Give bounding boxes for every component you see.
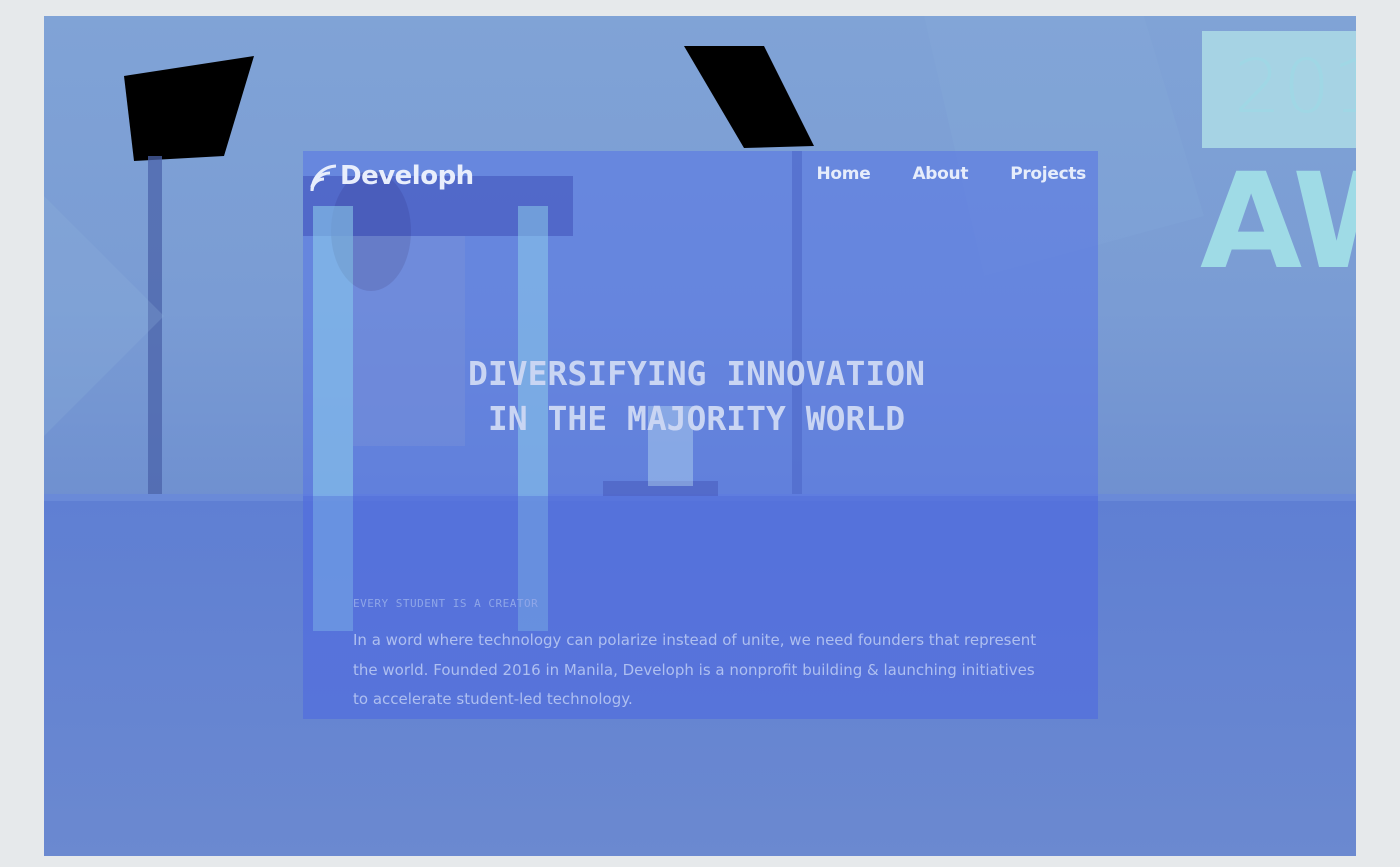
nav-link-projects[interactable]: Projects — [1010, 164, 1086, 184]
stage-graphic-shape — [44, 196, 164, 436]
hero-description: In a word where technology can polarize … — [353, 631, 1037, 708]
nav-link-home[interactable]: Home — [817, 164, 871, 184]
award-word-text: AW — [1200, 156, 1356, 288]
nav-link-about[interactable]: About — [912, 164, 968, 184]
brand-name: Developh — [340, 161, 474, 191]
main-nav: Home About Projects — [817, 164, 1087, 184]
brand-logo[interactable]: Developh — [308, 161, 474, 191]
award-year-text: 201 — [1234, 44, 1356, 130]
hero-title: DIVERSIFYING INNOVATION IN THE MAJORITY … — [468, 354, 925, 438]
hero-eyebrow: EVERY STUDENT IS A CREATOR — [353, 597, 539, 610]
teleprompter-right — [684, 46, 814, 148]
signal-waves-icon — [310, 164, 336, 191]
teleprompter-left — [124, 56, 254, 161]
hero-card: Developh Home About Projects DIVERSIFYIN… — [303, 151, 1098, 719]
speaker-figure — [353, 236, 465, 446]
